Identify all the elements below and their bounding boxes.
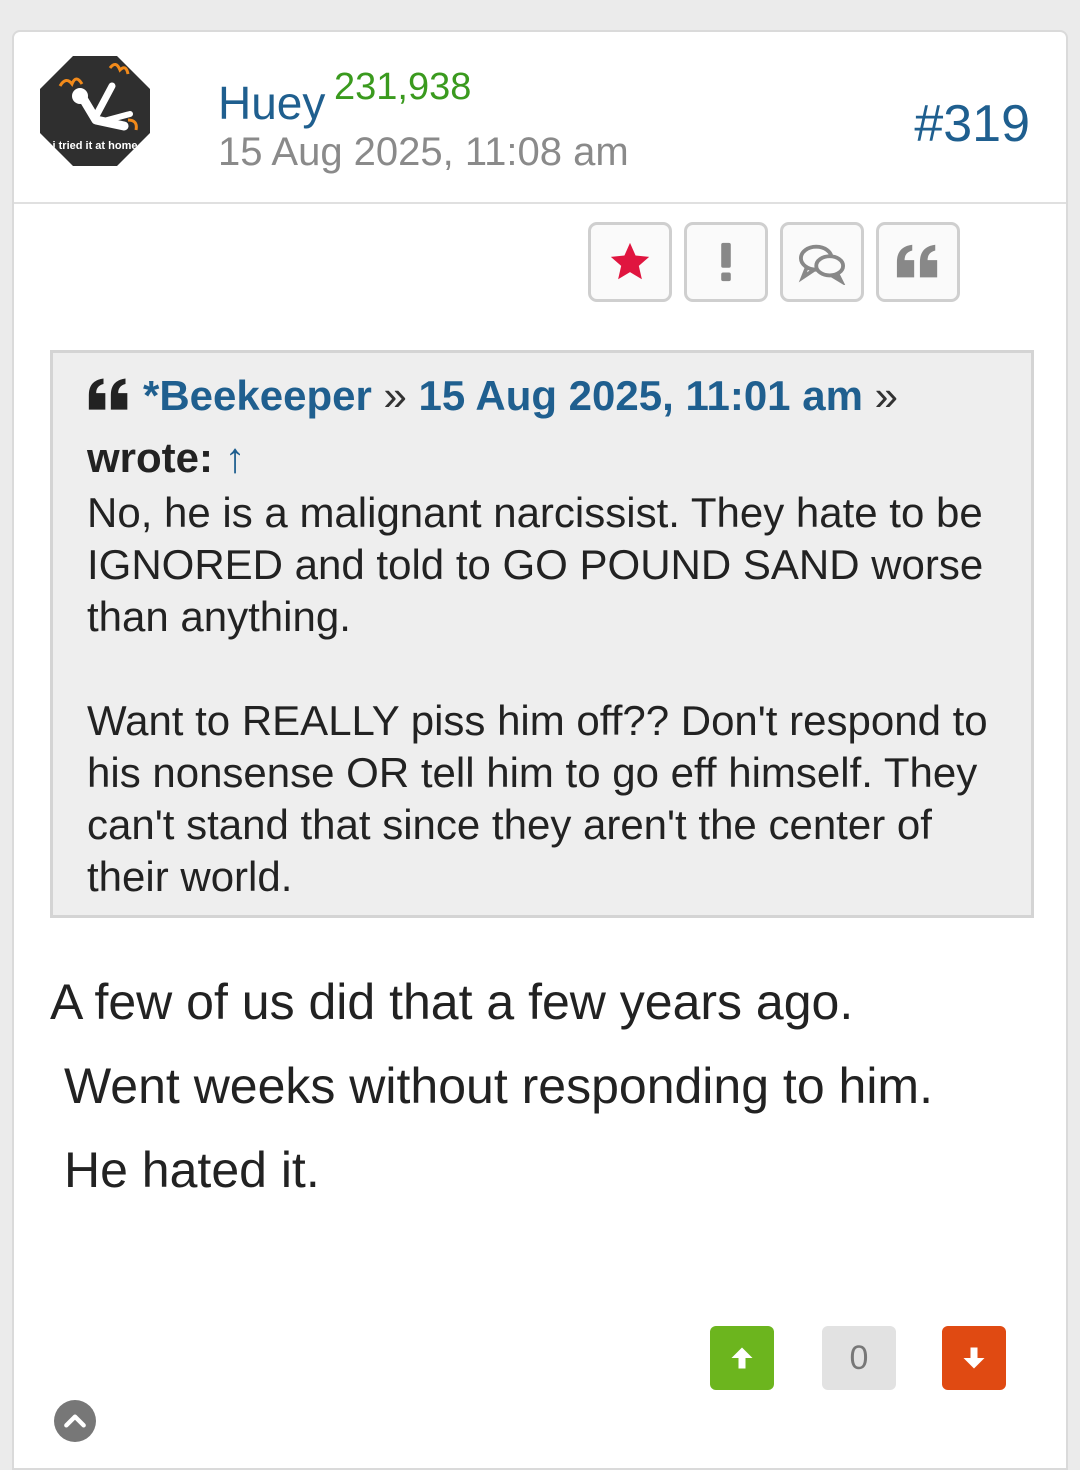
reply-button[interactable] [780,222,864,302]
quote-paragraph: Want to REALLY piss him off?? Don't resp… [87,697,988,900]
quote-author-link[interactable]: *Beekeeper [143,372,372,419]
upvote-button[interactable] [710,1326,774,1390]
quote-header: *Beekeeper » 15 Aug 2025, 11:01 am » wro… [87,367,997,487]
report-button[interactable] [684,222,768,302]
quote-block: *Beekeeper » 15 Aug 2025, 11:01 am » wro… [50,350,1034,918]
chevron-up-icon [64,1414,86,1428]
forum-post: i tried it at home Huey 231,938 15 Aug 2… [12,30,1068,1470]
arrow-down-icon [963,1347,985,1369]
post-number[interactable]: #319 [914,94,1030,154]
quote-wrote-label: wrote: [87,434,213,481]
quote-content: No, he is a malignant narcissist. They h… [87,487,997,903]
scroll-to-top-button[interactable] [54,1400,96,1442]
quote-separator: » [383,372,407,419]
post-body-line: Went weeks without responding to him. [64,1058,933,1114]
quote-date-link[interactable]: 15 Aug 2025, 11:01 am [419,372,863,419]
user-points: 231,938 [334,66,472,108]
post-body-line: A few of us did that a few years ago. [50,974,854,1030]
like-button[interactable] [588,222,672,302]
username[interactable]: Huey [218,76,325,130]
quote-paragraph: No, he is a malignant narcissist. They h… [87,489,984,640]
post-body-line: He hated it. [64,1142,320,1198]
downvote-button[interactable] [942,1326,1006,1390]
avatar[interactable]: i tried it at home [40,56,150,166]
post-date: 15 Aug 2025, 11:08 am [218,130,629,174]
quote-separator: » [874,372,898,419]
star-icon [610,242,650,280]
quote-icon [896,244,938,278]
quote-mark-icon [87,371,131,429]
quote-button[interactable] [876,222,960,302]
post-body: A few of us did that a few years ago. We… [50,960,933,1212]
post-actions [588,222,960,302]
post-header: i tried it at home Huey 231,938 15 Aug 2… [14,32,1066,204]
chat-bubbles-icon [798,244,846,285]
vote-count: 0 [822,1326,896,1390]
quote-source-arrow-link[interactable]: ↑ [225,434,246,481]
avatar-caption: i tried it at home [52,140,138,152]
exclamation-icon [721,242,731,282]
arrow-up-icon [731,1347,753,1369]
